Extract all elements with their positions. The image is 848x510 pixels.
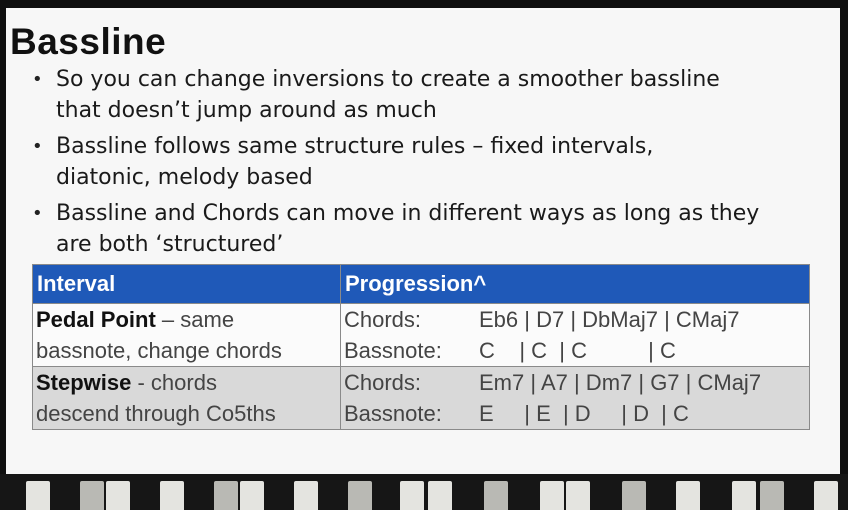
table-header-row: Interval Progression^ — [32, 264, 810, 304]
bullet-text-line: Bassline follows same structure rules – … — [56, 134, 654, 159]
interval-desc: descend through Co5ths — [36, 401, 276, 426]
bassnote-value: C | C | C | C — [479, 338, 676, 363]
piano-key — [732, 481, 756, 510]
bassnote-label: Bassnote: — [344, 401, 442, 426]
bullet-icon: • — [32, 203, 43, 224]
piano-key — [622, 481, 646, 510]
bullet-list: • So you can change inversions to create… — [26, 64, 838, 265]
piano-key — [214, 481, 238, 510]
progression-cell: Chords: Em7 | A7 | Dm7 | G7 | CMaj7 Bassn… — [340, 366, 810, 430]
interval-desc: - chords — [131, 370, 217, 395]
piano-keys — [0, 474, 848, 510]
chords-value: Eb6 | D7 | DbMaj7 | CMaj7 — [479, 307, 740, 332]
bullet-text-line: So you can change inversions to create a… — [56, 67, 720, 92]
bullet-icon: • — [32, 69, 43, 90]
piano-key — [80, 481, 104, 510]
piano-key — [400, 481, 424, 510]
piano-key — [106, 481, 130, 510]
interval-name: Stepwise — [36, 370, 132, 395]
table-row: Stepwise - chords descend through Co5ths… — [32, 366, 810, 430]
piano-key — [676, 481, 700, 510]
slide: Bassline • So you can change inversions … — [6, 8, 840, 474]
interval-cell: Stepwise - chords descend through Co5ths — [32, 366, 341, 430]
piano-key — [484, 481, 508, 510]
piano-key — [428, 481, 452, 510]
bullet-item: • Bassline and Chords can move in differ… — [26, 198, 838, 260]
chords-label: Chords: — [344, 307, 422, 332]
bullet-text-line: that doesn’t jump around as much — [56, 98, 437, 123]
bullet-item: • Bassline follows same structure rules … — [26, 131, 838, 193]
bassnote-label: Bassnote: — [344, 338, 442, 363]
bullet-item: • So you can change inversions to create… — [26, 64, 838, 126]
piano-key — [240, 481, 264, 510]
chords-line: Chords: Em7 | A7 | Dm7 | G7 | CMaj7 — [344, 367, 806, 398]
piano-key — [814, 481, 838, 510]
interval-cell: Pedal Point – same bassnote, change chor… — [32, 303, 341, 367]
header-progression: Progression^ — [340, 264, 810, 304]
piano-key — [26, 481, 50, 510]
bass-line: Bassnote: C | C | C | C — [344, 335, 806, 366]
table-row: Pedal Point – same bassnote, change chor… — [32, 303, 810, 367]
bullet-text-line: are both ‘structured’ — [56, 232, 284, 257]
bassnote-value: E | E | D | D | C — [479, 401, 689, 426]
slide-title: Bassline — [10, 21, 167, 62]
piano-key — [540, 481, 564, 510]
chords-label: Chords: — [344, 370, 422, 395]
interval-name: Pedal Point — [36, 307, 156, 332]
piano-key — [348, 481, 372, 510]
piano-key — [160, 481, 184, 510]
interval-table: Interval Progression^ Pedal Point – same… — [32, 264, 810, 430]
piano-key — [760, 481, 784, 510]
bullet-text-line: diatonic, melody based — [56, 165, 313, 190]
bullet-text-line: Bassline and Chords can move in differen… — [56, 201, 760, 226]
piano-key — [294, 481, 318, 510]
chords-value: Em7 | A7 | Dm7 | G7 | CMaj7 — [479, 370, 762, 395]
bass-line: Bassnote: E | E | D | D | C — [344, 398, 806, 429]
interval-desc: bassnote, change chords — [36, 338, 282, 363]
interval-desc: – same — [155, 307, 235, 332]
progression-cell: Chords: Eb6 | D7 | DbMaj7 | CMaj7 Bassnot… — [340, 303, 810, 367]
chords-line: Chords: Eb6 | D7 | DbMaj7 | CMaj7 — [344, 304, 806, 335]
piano-key — [566, 481, 590, 510]
header-interval: Interval — [32, 264, 341, 304]
bullet-icon: • — [32, 136, 43, 157]
